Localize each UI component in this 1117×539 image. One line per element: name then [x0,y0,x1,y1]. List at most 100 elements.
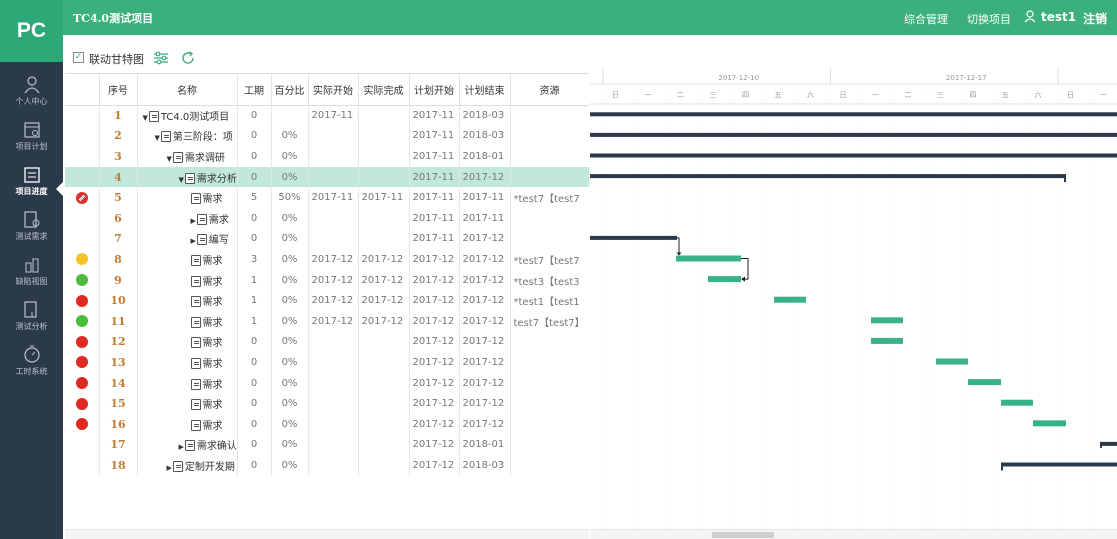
sidebar-item-analysis[interactable]: 测试分析 [0,300,63,342]
task-bar[interactable] [968,379,1001,386]
percent-cell: 0% [271,331,309,353]
summary-bar[interactable] [590,112,1117,117]
table-row[interactable]: 18 ▶ 定制开发期 0 0% 2017-12 2018-03 [65,455,589,476]
table-row[interactable]: 9 需求 1 0% 2017-12 2017-12 2017-12 2017-12 *test3… [65,269,589,291]
task-name-cell[interactable]: 需求 [137,269,238,291]
expand-toggle-icon[interactable]: ▶ [191,237,196,245]
task-name-cell[interactable]: 需求 [137,372,238,394]
manage-link[interactable]: 综合管理 [904,11,948,27]
table-row[interactable]: 7 ▶ 编写 0 0% 2017-11 2017-12 [65,228,589,250]
seq-cell: 2 [99,125,138,147]
task-name-cell[interactable]: ▶ 需求 [137,207,238,229]
col-actual-finish[interactable]: 实际完成 [358,74,410,106]
task-bar[interactable] [774,296,806,303]
table-row[interactable]: 17 ▶ 需求确认 0 0% 2017-12 2018-01 [65,434,589,456]
col-plan-finish[interactable]: 计划结束 [459,74,511,106]
task-name-cell[interactable]: ▶ 编写 [137,228,238,250]
task-name-cell[interactable]: ▼ 需求分析 [137,166,238,188]
expand-toggle-icon[interactable]: ▶ [167,464,172,472]
user-icon [1023,9,1037,26]
task-name-cell[interactable]: 需求 [137,413,238,435]
col-resource[interactable]: 资源 [510,74,589,106]
col-name[interactable]: 名称 [137,74,238,106]
task-name-cell[interactable]: ▼ 第三阶段：项 [137,125,238,147]
username[interactable]: test1 [1041,10,1076,24]
collapse-toggle-icon[interactable]: ▼ [167,155,172,163]
day-label: 日 [1067,91,1074,99]
summary-bar-start [1001,462,1003,471]
task-bar[interactable] [708,276,741,283]
summary-bar[interactable] [1001,462,1117,467]
sidebar-item-person[interactable]: 个人中心 [0,75,63,117]
col-duration[interactable]: 工期 [237,74,272,106]
sidebar-item-calendar[interactable]: 项目计划 [0,120,63,162]
document-icon [190,316,201,328]
expand-toggle-icon[interactable]: ▶ [191,217,196,225]
task-name-cell[interactable]: 需求 [137,310,238,332]
table-row[interactable]: 13 需求 0 0% 2017-12 2017-12 [65,352,589,373]
app-logo: PC [0,0,63,62]
resource-cell: *test1【test1 [510,290,589,311]
col-status [65,74,100,106]
percent-cell: 0% [271,249,309,270]
actual-finish-cell [358,166,410,188]
settings-icon[interactable] [153,50,169,69]
duration-cell: 0 [237,372,272,394]
status-dot-icon [75,377,88,390]
task-bar[interactable] [871,317,903,324]
table-row[interactable]: 3 ▼ 需求调研 0 0% 2017-11 2018-01 [65,146,589,167]
table-row[interactable]: 16 需求 0 0% 2017-12 2017-12 [65,413,589,435]
table-row[interactable]: 15 需求 0 0% 2017-12 2017-12 [65,393,589,414]
task-name-cell[interactable]: ▼ TC4.0测试项目 [137,105,238,126]
refresh-icon[interactable] [180,50,196,69]
task-bar[interactable] [676,255,741,262]
col-seq[interactable]: 序号 [99,74,138,106]
expand-toggle-icon[interactable]: ▶ [179,443,184,451]
table-row[interactable]: 12 需求 0 0% 2017-12 2017-12 [65,331,589,353]
task-name-cell[interactable]: ▶ 需求确认 [137,434,238,456]
col-percent[interactable]: 百分比 [271,74,309,106]
gantt-scroll-thumb[interactable] [712,532,774,538]
switch-project-link[interactable]: 切换项目 [967,11,1011,27]
summary-bar[interactable] [590,174,1066,179]
task-name-cell[interactable]: ▶ 定制开发期 [137,455,238,476]
collapse-toggle-icon[interactable]: ▼ [179,176,184,184]
task-bar[interactable] [936,358,968,365]
table-row[interactable]: 1 ▼ TC4.0测试项目 0 2017-11 2017-11 2018-03 [65,105,589,126]
collapse-toggle-icon[interactable]: ▼ [143,114,148,122]
collapse-toggle-icon[interactable]: ▼ [155,134,160,142]
task-name-cell[interactable]: 需求 [137,352,238,373]
table-row[interactable]: 5 需求 5 50% 2017-11 2017-11 2017-11 2017-11 *test… [65,187,589,208]
gantt-horizontal-scrollbar[interactable] [590,529,1117,539]
summary-bar[interactable] [590,153,1117,158]
grid-horizontal-scrollbar[interactable] [65,529,589,539]
task-bar[interactable] [1001,399,1033,406]
task-name-cell[interactable]: 需求 [137,249,238,270]
table-row[interactable]: 8 需求 3 0% 2017-12 2017-12 2017-12 2017-12 *test7… [65,249,589,270]
task-name-cell[interactable]: 需求 [137,187,238,208]
sidebar-item-clock[interactable]: 工时系统 [0,345,63,387]
summary-bar[interactable] [590,235,677,240]
task-name-cell[interactable]: 需求 [137,290,238,311]
table-row[interactable]: 11 需求 1 0% 2017-12 2017-12 2017-12 2017-12 test7… [65,310,589,332]
task-name-cell[interactable]: 需求 [137,331,238,353]
sidebar-item-progress[interactable]: 项目进度 [0,165,63,207]
sidebar-item-requirement[interactable]: 测试需求 [0,210,63,252]
col-plan-start[interactable]: 计划开始 [409,74,460,106]
sidebar-item-defect[interactable]: 缺陷视图 [0,255,63,297]
logout-button[interactable]: 注销 [1083,10,1107,27]
table-row[interactable]: 10 需求 1 0% 2017-12 2017-12 2017-12 2017-12 *test… [65,290,589,311]
table-row[interactable]: 14 需求 0 0% 2017-12 2017-12 [65,372,589,394]
gantt-link-checkbox[interactable]: ✓ [73,52,84,63]
task-name-cell[interactable]: 需求 [137,393,238,414]
summary-bar[interactable] [1100,441,1117,446]
task-bar[interactable] [1033,420,1066,427]
duration-cell: 0 [237,413,272,435]
summary-bar[interactable] [590,132,1117,137]
table-row[interactable]: 6 ▶ 需求 0 0% 2017-11 2017-11 [65,207,589,229]
task-bar[interactable] [871,337,903,344]
table-row[interactable]: 2 ▼ 第三阶段：项 0 0% 2017-11 2018-03 [65,125,589,147]
col-actual-start[interactable]: 实际开始 [308,74,359,106]
table-row[interactable]: 4 ▼ 需求分析 0 0% 2017-11 2017-12 [65,166,589,188]
task-name-cell[interactable]: ▼ 需求调研 [137,146,238,167]
